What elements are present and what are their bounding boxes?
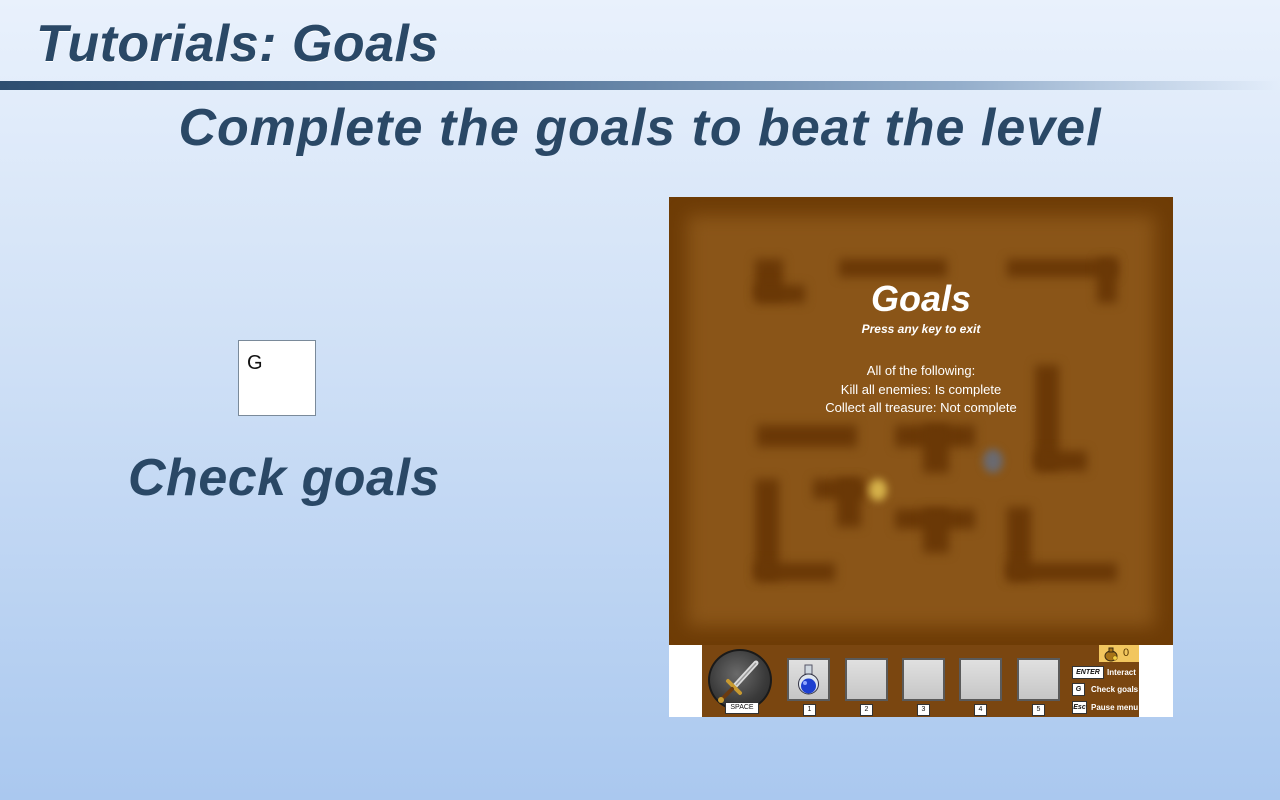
control-key: Esc [1072,701,1087,714]
inventory-slot-5 [1017,658,1060,701]
enemy-sprite [983,449,1003,473]
player-sprite [869,479,887,501]
control-label: Check goals [1091,685,1139,694]
goals-title: Goals [870,278,972,319]
gold-bag-icon [1104,647,1118,662]
gold-counter: 0 [1099,645,1139,662]
map-wall [755,563,835,581]
goal-line: Collect all treasure: Not complete [825,400,1017,415]
slot-key-4: 4 [974,704,987,716]
control-label: Interact [1107,668,1136,677]
goals-overlay: Goals Press any key to exit All of the f… [669,277,1173,418]
game-map: Goals Press any key to exit All of the f… [669,197,1173,645]
slot-key-2: 2 [860,704,873,716]
map-wall [757,425,857,447]
attack-key: SPACE [725,702,759,714]
page-subtitle: Complete the goals to beat the level [178,99,1102,157]
action-label: Check goals [128,449,440,507]
gold-count: 0 [1123,647,1130,659]
map-wall [1035,451,1087,471]
map-wall [1007,563,1117,581]
control-key: G [1072,683,1085,696]
inventory-slot-3 [902,658,945,701]
title-underline [0,81,1280,90]
map-wall [839,259,947,277]
keyboard-key-label: G [247,352,263,374]
inventory-slot-1 [787,658,830,701]
game-hud: SPACE 1 2 3 4 5 0 ENTER Interact G Check… [702,645,1139,717]
slot-key-1: 1 [803,704,816,716]
game-screenshot: Goals Press any key to exit All of the f… [669,197,1173,717]
control-key: ENTER [1072,666,1104,679]
goal-line: Kill all enemies: Is complete [840,381,1002,397]
control-label: Pause menu [1091,703,1139,712]
goal-line: All of the following: [866,363,976,378]
slot-key-5: 5 [1032,704,1045,716]
keyboard-key: G [238,340,316,416]
inventory-slot-4 [959,658,1002,701]
map-wall [837,479,861,527]
page-title: Tutorials: Goals [36,15,439,73]
slot-key-3: 3 [917,704,930,716]
potion-icon [798,664,819,695]
inventory-slot-2 [845,658,888,701]
map-wall [923,509,949,553]
goals-list: All of the following: Kill all enemies: … [669,362,1173,418]
map-wall [923,425,949,473]
goals-hint: Press any key to exit [861,322,981,336]
